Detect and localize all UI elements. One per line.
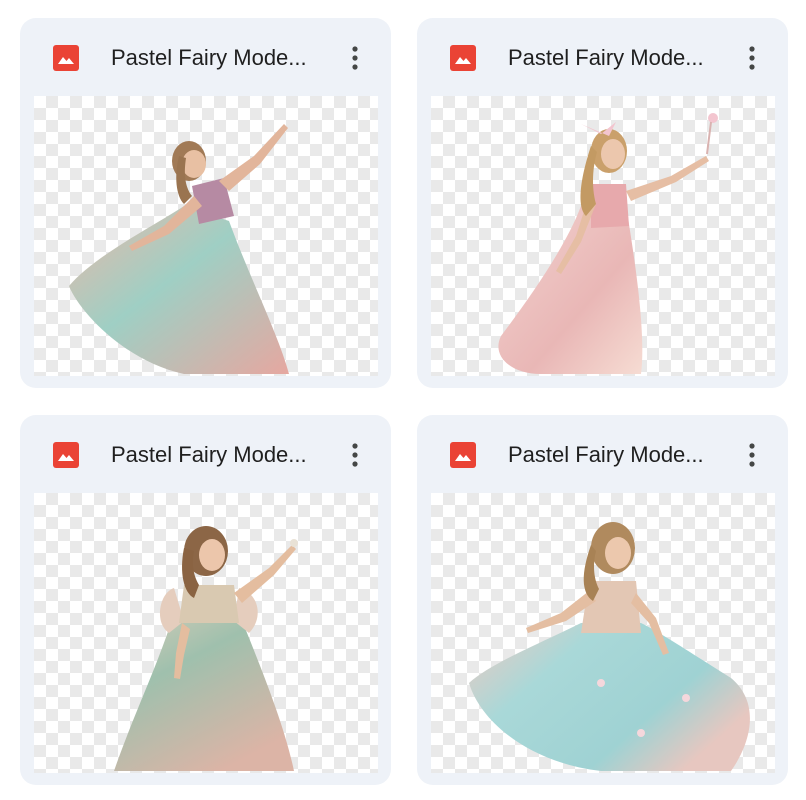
file-card[interactable]: Pastel Fairy Mode... — [20, 415, 391, 785]
file-title: Pastel Fairy Mode... — [111, 442, 307, 467]
file-card-header: Pastel Fairy Mode... — [417, 18, 788, 96]
file-card-header: Pastel Fairy Mode... — [20, 18, 391, 96]
file-thumbnail[interactable] — [34, 493, 378, 773]
image-file-icon — [450, 442, 476, 468]
fairy-girl-image — [69, 124, 289, 374]
fairy-girl-image — [469, 522, 750, 771]
file-thumbnail[interactable] — [431, 96, 775, 376]
file-card-header: Pastel Fairy Mode... — [20, 415, 391, 493]
fairy-girl-image — [498, 113, 718, 374]
file-card-header: Pastel Fairy Mode... — [417, 415, 788, 493]
more-vert-icon — [352, 46, 358, 70]
file-title: Pastel Fairy Mode... — [508, 442, 704, 467]
file-card[interactable]: Pastel Fairy Mode... — [417, 18, 788, 388]
more-options-button[interactable] — [736, 40, 768, 76]
more-vert-icon — [352, 443, 358, 467]
image-file-icon — [53, 442, 79, 468]
more-options-button[interactable] — [339, 437, 371, 473]
image-file-icon — [53, 45, 79, 71]
image-file-icon — [450, 45, 476, 71]
file-grid: Pastel Fairy Mode... Pastel Fairy Mode..… — [0, 0, 806, 800]
more-options-button[interactable] — [736, 437, 768, 473]
more-options-button[interactable] — [339, 40, 371, 76]
file-title: Pastel Fairy Mode... — [508, 45, 704, 70]
file-card[interactable]: Pastel Fairy Mode... — [20, 18, 391, 388]
file-thumbnail[interactable] — [34, 96, 378, 376]
fairy-girl-image — [114, 526, 298, 771]
more-vert-icon — [749, 443, 755, 467]
file-title: Pastel Fairy Mode... — [111, 45, 307, 70]
more-vert-icon — [749, 46, 755, 70]
file-card[interactable]: Pastel Fairy Mode... — [417, 415, 788, 785]
file-thumbnail[interactable] — [431, 493, 775, 773]
